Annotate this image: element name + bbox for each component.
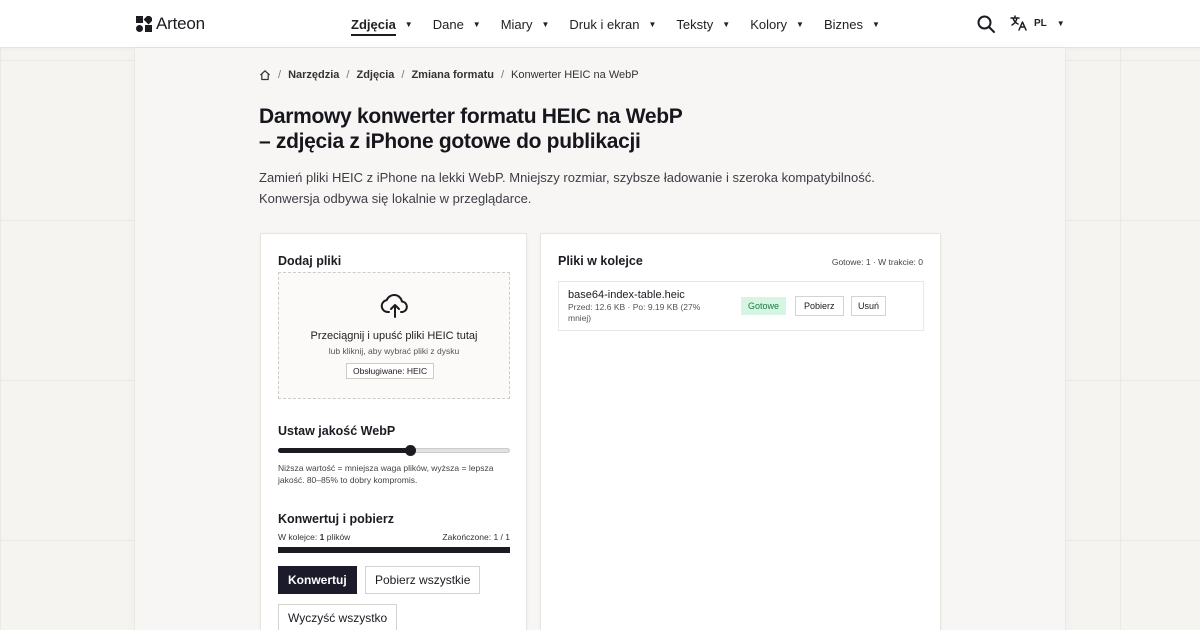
file-size-info: Przed: 12.6 KB · Po: 9.19 KB (27% mniej) bbox=[568, 302, 701, 323]
nav-item-kolory[interactable]: Kolory ▼ bbox=[750, 17, 804, 32]
translate-icon bbox=[1010, 15, 1027, 31]
caret-down-icon: ▼ bbox=[648, 19, 657, 29]
page-title: Darmowy konwerter formatu HEIC na WebP –… bbox=[259, 104, 879, 154]
language-switcher[interactable]: PL ▼ bbox=[1010, 15, 1065, 31]
conversion-progress-bar bbox=[278, 547, 510, 553]
clear-all-button[interactable]: Wyczyść wszystko bbox=[278, 604, 398, 630]
download-file-button[interactable]: Pobierz bbox=[795, 296, 844, 316]
queue-count-prefix: W kolejce: bbox=[278, 532, 318, 542]
nav-item-label: Kolory bbox=[750, 16, 788, 32]
slider-fill bbox=[278, 448, 411, 453]
nav-item-label: Druk i ekran bbox=[569, 16, 640, 32]
file-name: base64-index-table.heic bbox=[568, 289, 685, 301]
file-drop-zone[interactable]: Przeciągnij i upuść pliki HEIC tutaj lub… bbox=[278, 272, 510, 399]
page-description: Zamień pliki HEIC z iPhone na lekki WebP… bbox=[259, 170, 875, 206]
convert-heading: Konwertuj i pobierz bbox=[278, 512, 394, 526]
remove-file-button[interactable]: Usuń bbox=[851, 296, 887, 316]
upload-heading: Dodaj pliki bbox=[278, 254, 342, 268]
queue-status: Gotowe: 1 · W trakcie: 0 bbox=[831, 257, 923, 267]
status-badge: Gotowe bbox=[741, 297, 787, 315]
file-queue-panel: Pliki w kolejce Gotowe: 1 · W trakcie: 0… bbox=[540, 233, 941, 630]
slider-thumb[interactable] bbox=[405, 445, 417, 456]
queue-count-suffix: plików bbox=[326, 532, 351, 542]
finished-count: Zakończone: 1 / 1 bbox=[442, 532, 510, 542]
nav-item-zdjecia[interactable]: Zdjęcia ▼ bbox=[351, 13, 413, 36]
drop-zone-title: Przeciągnij i upuść pliki HEIC tutaj bbox=[310, 330, 478, 342]
nav-item-label: Zdjęcia bbox=[351, 17, 396, 36]
file-list-item: base64-index-table.heic Przed: 12.6 KB ·… bbox=[558, 281, 924, 331]
queue-heading: Pliki w kolejce bbox=[558, 254, 643, 268]
top-navigation-bar: Arteon Zdjęcia ▼ Dane ▼ Miary ▼ Druk i e… bbox=[0, 0, 1200, 48]
main-menu: Zdjęcia ▼ Dane ▼ Miary ▼ Druk i ekran ▼ … bbox=[351, 0, 900, 48]
breadcrumb-current: Konwerter HEIC na WebP bbox=[511, 69, 639, 81]
progress-fill bbox=[278, 547, 510, 553]
nav-item-label: Miary bbox=[500, 16, 533, 32]
page-title-line-2: – zdjęcia z iPhone gotowe do publikacji bbox=[259, 130, 641, 153]
converter-controls-panel: Dodaj pliki Przeciągnij i upuść pliki HE… bbox=[260, 233, 527, 630]
cloud-upload-icon bbox=[380, 294, 408, 318]
language-code: PL bbox=[1034, 17, 1047, 29]
caret-down-icon: ▼ bbox=[796, 19, 804, 29]
supported-formats-badge: Obsługiwane: HEIC bbox=[346, 363, 435, 379]
brand-logo[interactable]: Arteon bbox=[136, 14, 205, 34]
nav-item-label: Biznes bbox=[823, 16, 863, 32]
queue-count-text: W kolejce: 1 plików bbox=[278, 532, 350, 542]
caret-down-icon: ▼ bbox=[1056, 18, 1065, 28]
nav-item-label: Dane bbox=[432, 16, 464, 32]
page-title-line-1: Darmowy konwerter formatu HEIC na WebP bbox=[259, 105, 683, 128]
nav-item-druk-i-ekran[interactable]: Druk i ekran ▼ bbox=[569, 17, 656, 32]
drop-zone-subtitle: lub kliknij, aby wybrać pliki z dysku bbox=[328, 346, 460, 356]
caret-down-icon: ▼ bbox=[404, 19, 413, 29]
breadcrumb-separator: / bbox=[346, 69, 350, 81]
caret-down-icon: ▼ bbox=[541, 19, 550, 29]
breadcrumb-link-narzedzia[interactable]: Narzędzia bbox=[288, 69, 339, 81]
breadcrumb: / Narzędzia / Zdjęcia / Zmiana formatu /… bbox=[259, 69, 639, 81]
home-icon[interactable] bbox=[259, 69, 271, 81]
caret-down-icon: ▼ bbox=[722, 19, 731, 29]
quality-heading: Ustaw jakość WebP bbox=[278, 424, 396, 438]
queue-summary: W kolejce: 1 plików Zakończone: 1 / 1 bbox=[278, 532, 510, 542]
download-all-button[interactable]: Pobierz wszystkie bbox=[365, 566, 481, 594]
quality-slider[interactable] bbox=[278, 445, 510, 456]
queue-count-value: 1 bbox=[319, 532, 325, 542]
breadcrumb-separator: / bbox=[500, 69, 505, 81]
nav-item-miary[interactable]: Miary ▼ bbox=[501, 17, 550, 32]
breadcrumb-link-zmiana-formatu[interactable]: Zmiana formatu bbox=[411, 69, 494, 81]
breadcrumb-separator: / bbox=[278, 69, 282, 81]
nav-item-dane[interactable]: Dane ▼ bbox=[433, 17, 481, 32]
breadcrumb-link-zdjecia[interactable]: Zdjęcia bbox=[356, 69, 394, 81]
convert-button[interactable]: Konwertuj bbox=[278, 566, 357, 594]
logo-icon bbox=[136, 16, 152, 32]
breadcrumb-separator: / bbox=[401, 69, 405, 81]
caret-down-icon: ▼ bbox=[872, 19, 880, 29]
caret-down-icon: ▼ bbox=[472, 19, 481, 29]
brand-name: Arteon bbox=[156, 14, 205, 33]
quality-hint: Niższa wartość = mniejsza waga plików, w… bbox=[278, 463, 494, 485]
nav-item-label: Teksty bbox=[676, 16, 714, 32]
nav-item-teksty[interactable]: Teksty ▼ bbox=[676, 17, 730, 32]
nav-item-biznes[interactable]: Biznes ▼ bbox=[824, 17, 880, 32]
search-icon[interactable] bbox=[976, 14, 996, 34]
